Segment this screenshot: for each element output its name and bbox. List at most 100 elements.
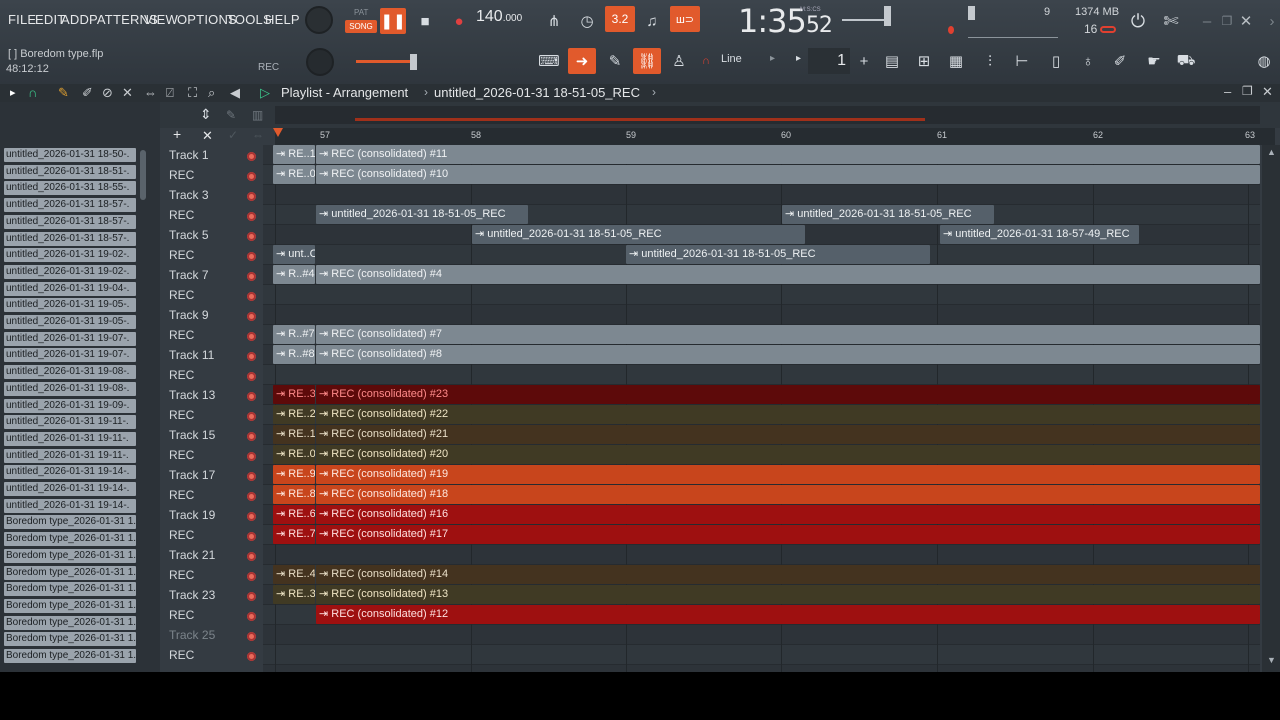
track-mute-toggle[interactable] xyxy=(247,232,256,241)
clip[interactable]: ⇥ REC (consolidated) #7 xyxy=(316,325,1260,344)
clip[interactable]: ⇥ REC (consolidated) #23 xyxy=(316,385,1260,404)
menu-add[interactable]: ADD xyxy=(61,12,89,27)
track-mute-toggle[interactable] xyxy=(247,292,256,301)
track-header[interactable]: REC xyxy=(160,485,275,505)
current-pattern-name[interactable]: untitled_2026-01-31 18-51-05_REC xyxy=(434,85,640,100)
track-mute-toggle[interactable] xyxy=(247,612,256,621)
clip[interactable]: ⇥ REC (consolidated) #13 xyxy=(316,585,1260,604)
playlist-vertical-scrollbar[interactable]: ▲ ▼ xyxy=(1262,145,1280,672)
clip[interactable]: ⇥ REC (consolidated) #20 xyxy=(316,445,1260,464)
track-lane[interactable] xyxy=(263,305,1260,325)
clip-short[interactable]: ⇥ RE..3 xyxy=(273,585,315,604)
track-mute-toggle[interactable] xyxy=(247,432,256,441)
track-header[interactable]: REC xyxy=(160,645,275,665)
clip-short[interactable]: ⇥ RE..2 xyxy=(273,405,315,424)
browser-item[interactable]: untitled_2026-01-31 19-07-. xyxy=(4,331,136,346)
track-lane[interactable] xyxy=(263,545,1260,565)
browser-item[interactable]: Boredom type_2026-01-31 1. xyxy=(4,582,136,597)
track-header[interactable]: Track 15 xyxy=(160,425,275,445)
browser-item[interactable]: untitled_2026-01-31 18-57-. xyxy=(4,198,136,213)
clip[interactable]: ⇥ untitled_2026-01-31 18-51-05_REC xyxy=(316,205,528,224)
track-header[interactable]: REC xyxy=(160,605,275,625)
plugin-button[interactable]: ♁ xyxy=(1074,48,1102,74)
browser-button[interactable]: ⊢ xyxy=(1008,48,1036,74)
browser-item[interactable]: untitled_2026-01-31 19-08-. xyxy=(4,381,136,396)
track-mute-toggle[interactable] xyxy=(247,472,256,481)
browser-item[interactable]: Boredom type_2026-01-31 1. xyxy=(4,515,136,530)
browser-item[interactable]: untitled_2026-01-31 19-05-. xyxy=(4,315,136,329)
zoom-icon[interactable]: ⌕ xyxy=(208,85,215,101)
browser-item[interactable]: untitled_2026-01-31 19-02-. xyxy=(4,264,136,279)
browser-item[interactable]: Boredom type_2026-01-31 1. xyxy=(4,565,136,580)
clip-short[interactable]: ⇥ R..#4 xyxy=(273,265,315,284)
track-mute-toggle[interactable] xyxy=(247,212,256,221)
track-mute-toggle[interactable] xyxy=(247,552,256,561)
track-piano-icon[interactable]: ▥ xyxy=(252,108,263,122)
track-lane[interactable] xyxy=(263,185,1260,205)
clip[interactable]: ⇥ untitled_2026-01-31 18-51-05_REC xyxy=(782,205,994,224)
clip[interactable]: ⇥ REC (consolidated) #14 xyxy=(316,565,1260,584)
slice-icon[interactable]: ⍁ xyxy=(166,85,174,101)
track-mute-toggle[interactable] xyxy=(247,332,256,341)
track-header[interactable]: REC xyxy=(160,525,275,545)
browser-item[interactable]: untitled_2026-01-31 19-14-. xyxy=(4,482,136,496)
track-header[interactable]: Track 19 xyxy=(160,505,275,525)
track-header[interactable]: Track 13 xyxy=(160,385,275,405)
mixer-button[interactable]: ⫶ xyxy=(976,48,1004,74)
metronome-button[interactable]: ⋔ xyxy=(540,8,568,34)
clip[interactable]: ⇥ REC (consolidated) #19 xyxy=(316,465,1260,484)
playlist-grid[interactable]: ⇥ RE..1 ⇥ REC (consolidated) #11 ⇥ RE..0 ⇥ … xyxy=(263,145,1260,672)
mute-icon[interactable]: ✕ xyxy=(122,85,133,101)
slip-icon[interactable]: ⇔ xyxy=(144,85,157,100)
clip-short[interactable]: ⇥ RE..6 xyxy=(273,505,315,524)
remove-track-button[interactable]: ✕ xyxy=(202,128,213,144)
clip[interactable]: ⇥ REC (consolidated) #12 xyxy=(316,605,1260,624)
browser-item[interactable]: untitled_2026-01-31 18-55-. xyxy=(4,181,136,196)
playlist-overview[interactable] xyxy=(275,106,1260,124)
clip-short[interactable]: ⇥ unt..C xyxy=(273,245,315,264)
add-pattern-button[interactable]: + xyxy=(850,48,878,74)
snap-selector[interactable]: Line xyxy=(721,53,742,65)
scroll-down-icon[interactable]: ▼ xyxy=(1267,655,1276,665)
arrow-icon[interactable]: ▸ xyxy=(10,86,16,99)
track-lane[interactable] xyxy=(263,645,1260,665)
clip[interactable]: ⇥ REC (consolidated) #16 xyxy=(316,505,1260,524)
double-arrow-icon[interactable]: ⇔ xyxy=(252,128,264,142)
track-mute-toggle[interactable] xyxy=(247,492,256,501)
track-header[interactable]: REC xyxy=(160,325,275,345)
track-header[interactable]: Track 1 xyxy=(160,145,275,165)
track-mute-toggle[interactable] xyxy=(247,412,256,421)
window-menu-button[interactable]: › xyxy=(1258,8,1280,34)
track-mute-toggle[interactable] xyxy=(247,652,256,661)
clip-short[interactable]: ⇥ RE..3 xyxy=(273,385,315,404)
piano-roll-button[interactable]: ▦ xyxy=(942,48,970,74)
pattern-chevron-icon[interactable]: › xyxy=(652,85,656,99)
clip-short[interactable]: ⇥ RE..4 xyxy=(273,565,315,584)
clip[interactable]: ⇥ REC (consolidated) #11 xyxy=(316,145,1260,164)
playlist-close-button[interactable]: ✕ xyxy=(1262,84,1273,100)
loop-record-button[interactable]: ш⊃ xyxy=(670,6,700,32)
browser-item[interactable]: Boredom type_2026-01-31 1. xyxy=(4,548,136,563)
snap-dropdown-icon[interactable]: ▸ xyxy=(770,53,775,64)
clip-short[interactable]: ⇥ R..#8 xyxy=(273,345,315,364)
playlist-minimize-button[interactable]: – xyxy=(1224,84,1231,99)
master-volume-knob[interactable] xyxy=(305,6,333,34)
playlist-maximize-button[interactable]: ❐ xyxy=(1242,84,1253,98)
clip-short[interactable]: ⇥ RE..0 xyxy=(273,165,315,184)
clip[interactable]: ⇥ REC (consolidated) #18 xyxy=(316,485,1260,504)
browser-item[interactable]: untitled_2026-01-31 19-11-. xyxy=(4,431,136,446)
stop-button[interactable]: ■ xyxy=(411,8,439,34)
online-button[interactable]: ✄ xyxy=(1157,8,1185,34)
clip-short[interactable]: ⇥ RE..0 xyxy=(273,445,315,464)
brush-icon[interactable]: ✐ xyxy=(82,85,93,101)
check-icon[interactable]: ✓ xyxy=(228,128,238,142)
browser-item[interactable]: Boredom type_2026-01-31 1. xyxy=(4,649,136,663)
browser-item[interactable]: Boredom type_2026-01-31 1. xyxy=(4,532,136,547)
track-mute-toggle[interactable] xyxy=(247,532,256,541)
browser-item[interactable]: untitled_2026-01-31 18-51-. xyxy=(4,164,136,179)
pattern-selector[interactable]: 1 xyxy=(808,48,850,74)
clip[interactable]: ⇥ untitled_2026-01-31 18-51-05_REC xyxy=(472,225,805,244)
clip[interactable]: ⇥ REC (consolidated) #8 xyxy=(316,345,1260,364)
track-move-icon[interactable]: ⇕ xyxy=(200,106,212,123)
record-button[interactable]: ● xyxy=(445,8,473,34)
